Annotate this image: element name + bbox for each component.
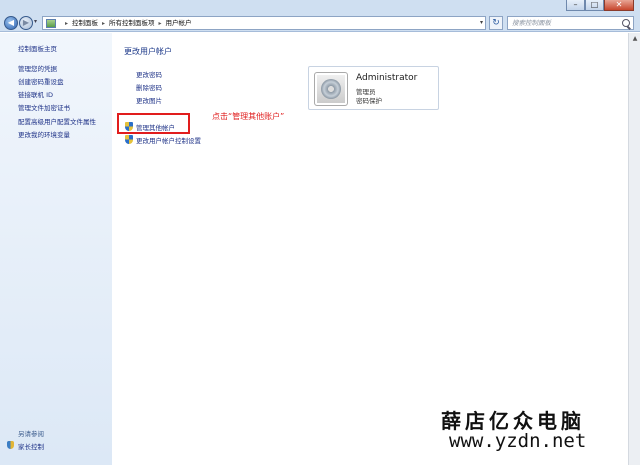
breadcrumb-separator-icon: ▸ [102,20,106,27]
see-also-heading: 另请参阅 [18,430,44,438]
account-name: Administrator [356,73,418,83]
breadcrumb-separator-icon: ▸ [65,20,69,27]
minimize-button[interactable]: – [566,0,585,11]
change-picture-link[interactable]: 更改图片 [136,95,162,105]
breadcrumb: ▸ 控制面板 ▸ 所有控制面板项 ▸ 用户帐户 [61,17,192,29]
sidebar-item-profile-properties[interactable]: 配置高级用户配置文件属性 [18,116,96,126]
change-password-link[interactable]: 更改密码 [136,69,162,79]
address-dropdown-icon[interactable]: ▾ [480,17,483,29]
sidebar-item-reset-disk[interactable]: 创建密码重设盘 [18,76,64,86]
sidebar-item-parental-controls[interactable]: 家长控制 [18,441,44,451]
search-icon[interactable] [622,19,630,27]
uac-shield-icon [125,135,133,144]
page-title: 更改用户帐户 [124,47,172,56]
close-button[interactable]: ✕ [604,0,634,11]
title-bar: – □ ✕ [0,0,640,14]
window-controls: – □ ✕ [566,0,634,11]
breadcrumb-user-accounts[interactable]: 用户帐户 [166,19,192,27]
scroll-up-icon[interactable]: ▲ [630,34,640,44]
sidebar-item-encryption-certs[interactable]: 管理文件加密证书 [18,102,70,112]
search-input[interactable]: 搜索控制面板 [507,16,634,30]
back-button[interactable]: ◀ [4,16,18,30]
vertical-scrollbar[interactable]: ▲ [628,33,640,465]
disc-avatar-icon [321,79,341,99]
annotation-text: 点击“管理其他账户” [212,112,285,121]
search-placeholder: 搜索控制面板 [512,19,551,27]
sidebar-item-environment-vars[interactable]: 更改我的环境变量 [18,129,70,139]
sidebar-item-credentials[interactable]: 管理您的凭据 [18,63,57,73]
maximize-button[interactable]: □ [585,0,604,11]
forward-button[interactable]: ▶ [19,16,33,30]
breadcrumb-all-items[interactable]: 所有控制面板项 [109,19,155,27]
history-dropdown-icon[interactable]: ▾ [34,18,37,25]
refresh-icon[interactable]: ↻ [489,16,503,30]
avatar[interactable] [314,72,348,106]
breadcrumb-control-panel[interactable]: 控制面板 [72,19,98,27]
breadcrumb-separator-icon: ▸ [158,20,162,27]
main-content: 更改用户帐户 更改密码 删除密码 更改图片 管理其他帐户 更改用户帐户控制设置 … [112,33,628,465]
address-bar[interactable]: ▸ 控制面板 ▸ 所有控制面板项 ▸ 用户帐户 ▾ [42,16,486,30]
uac-settings-link[interactable]: 更改用户帐户控制设置 [136,135,201,145]
navigation-bar: ◀ ▶ ▾ ▸ 控制面板 ▸ 所有控制面板项 ▸ 用户帐户 ▾ ↻ 搜索控制面板 [0,14,640,32]
highlight-box [117,113,190,134]
sidebar-item-home[interactable]: 控制面板主页 [18,43,57,53]
sidebar: 控制面板主页 管理您的凭据 创建密码重设盘 链接联机 ID 管理文件加密证书 配… [0,33,112,465]
sidebar-item-online-id[interactable]: 链接联机 ID [18,89,53,99]
remove-password-link[interactable]: 删除密码 [136,82,162,92]
family-safety-icon [7,441,14,449]
watermark-url: www.yzdn.net [449,430,587,452]
account-card: Administrator 管理员 密码保护 [308,66,439,110]
control-panel-icon [46,19,56,28]
account-status: 密码保护 [356,97,382,105]
